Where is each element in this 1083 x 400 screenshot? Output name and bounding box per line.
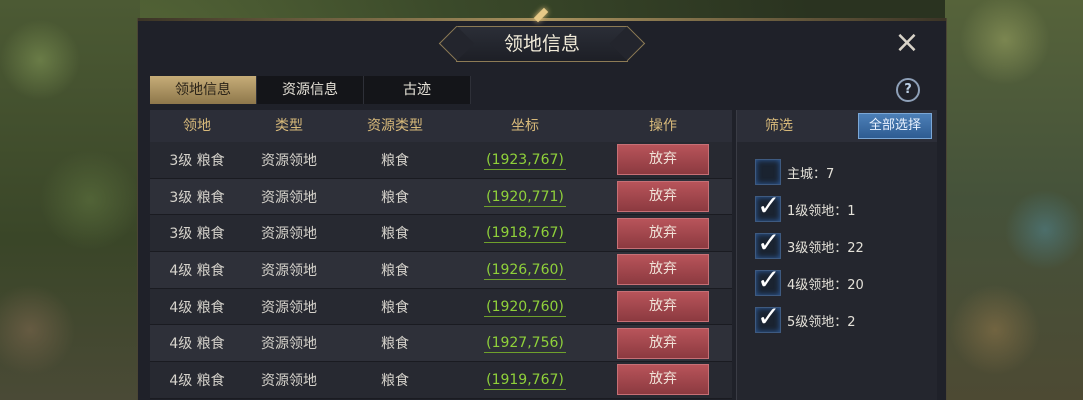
filter-level-4[interactable]: 4级领地：20 [755, 263, 864, 297]
filter-level-1[interactable]: 1级领地：1 [755, 189, 856, 223]
cell-resource: 粮食 [381, 226, 409, 243]
cell-action: 放弃 [594, 217, 732, 249]
cell-type: 资源领地 [261, 336, 317, 353]
cell-resource: 粮食 [381, 262, 409, 279]
coordinate-link[interactable]: (1927,756) [484, 335, 566, 354]
cell-resource: 粮食 [381, 152, 409, 169]
header-type: 类型 [275, 118, 303, 134]
territory-table: 领地 类型 资源类型 坐标 操作 3级 粮食 资源领地 粮食 (1923,767… [150, 110, 732, 400]
checkbox[interactable] [755, 159, 781, 185]
cell-territory: 3级 粮食 [169, 152, 225, 169]
cell-territory: 3级 粮食 [169, 226, 225, 243]
filter-title: 筛选 [765, 118, 793, 134]
cell-coord: (1927,756) [456, 335, 594, 354]
cell-type: 资源领地 [261, 189, 317, 206]
cell-action: 放弃 [594, 327, 732, 359]
cell-territory: 4级 粮食 [169, 299, 225, 316]
filter-level-5[interactable]: 5级领地：2 [755, 300, 856, 334]
table-row: 4级 粮食 资源领地 粮食 (1927,756) 放弃 [150, 325, 732, 363]
cell-type: 资源领地 [261, 152, 317, 169]
coordinate-link[interactable]: (1918,767) [484, 225, 566, 244]
cell-coord: (1918,767) [456, 225, 594, 244]
filter-label: 1级领地：1 [787, 203, 856, 219]
coordinate-link[interactable]: (1920,771) [484, 188, 566, 207]
cell-resource: 粮食 [381, 336, 409, 353]
title-plate: 领地信息 [456, 26, 628, 62]
header-resource-type: 资源类型 [367, 118, 423, 134]
checkbox-checked[interactable] [755, 263, 781, 296]
tab-resource-info[interactable]: 资源信息 [257, 76, 364, 104]
abandon-button[interactable]: 放弃 [617, 217, 709, 249]
coordinate-link[interactable]: (1919,767) [484, 371, 566, 390]
abandon-button[interactable]: 放弃 [617, 144, 709, 176]
tab-relics[interactable]: 古迹 [364, 76, 471, 104]
cell-action: 放弃 [594, 254, 732, 286]
cell-action: 放弃 [594, 181, 732, 213]
dialog-title: 领地信息 [503, 33, 580, 55]
abandon-button[interactable]: 放弃 [617, 291, 709, 323]
tab-bar: 领地信息 资源信息 古迹 [150, 76, 471, 104]
table-row: 4级 粮食 资源领地 粮食 (1920,760) 放弃 [150, 288, 732, 326]
coordinate-link[interactable]: (1926,760) [484, 261, 566, 280]
table-row: 4级 粮食 资源领地 粮食 (1919,767) 放弃 [150, 362, 732, 399]
table-body: 3级 粮食 资源领地 粮食 (1923,767) 放弃 3级 粮食 资源领地 粮… [150, 142, 732, 399]
filter-label: 5级领地：2 [787, 314, 856, 330]
filter-label: 3级领地：22 [787, 240, 864, 256]
filter-label: 4级领地：20 [787, 277, 864, 293]
cell-action: 放弃 [594, 364, 732, 396]
coordinate-link[interactable]: (1920,760) [484, 298, 566, 317]
cell-resource: 粮食 [381, 299, 409, 316]
cell-territory: 4级 粮食 [169, 262, 225, 279]
abandon-button[interactable]: 放弃 [617, 254, 709, 286]
tab-territory-info[interactable]: 领地信息 [150, 76, 257, 104]
cell-territory: 3级 粮食 [169, 189, 225, 206]
cell-type: 资源领地 [261, 226, 317, 243]
header-action: 操作 [649, 118, 677, 134]
filter-panel: 筛选 全部选择 主城：7 1级领地：1 3级领地：22 4级领地：20 5级领地… [736, 110, 937, 400]
filter-header: 筛选 全部选择 [737, 110, 937, 142]
cell-action: 放弃 [594, 144, 732, 176]
checkbox-checked[interactable] [755, 226, 781, 259]
cell-resource: 粮食 [381, 372, 409, 389]
abandon-button[interactable]: 放弃 [617, 364, 709, 396]
dialog-top-border [138, 18, 946, 21]
game-map-background-left [0, 0, 140, 400]
table-row: 3级 粮食 资源领地 粮食 (1920,771) 放弃 [150, 178, 732, 216]
coordinate-link[interactable]: (1923,767) [484, 151, 566, 170]
abandon-button[interactable]: 放弃 [617, 181, 709, 213]
close-icon[interactable]: × [890, 28, 924, 62]
cell-coord: (1926,760) [456, 261, 594, 280]
header-territory: 领地 [183, 118, 211, 134]
filter-main-city[interactable]: 主城：7 [755, 158, 834, 186]
help-icon[interactable]: ? [896, 78, 920, 102]
cell-action: 放弃 [594, 291, 732, 323]
game-map-background-right [945, 0, 1083, 400]
cell-coord: (1919,767) [456, 371, 594, 390]
filter-level-3[interactable]: 3级领地：22 [755, 226, 864, 260]
cell-type: 资源领地 [261, 262, 317, 279]
table-header: 领地 类型 资源类型 坐标 操作 [150, 110, 732, 142]
checkbox-checked[interactable] [755, 189, 781, 222]
cell-territory: 4级 粮食 [169, 336, 225, 353]
cell-coord: (1920,760) [456, 298, 594, 317]
cell-territory: 4级 粮食 [169, 372, 225, 389]
header-coordinates: 坐标 [511, 118, 539, 134]
cell-resource: 粮食 [381, 189, 409, 206]
cell-type: 资源领地 [261, 372, 317, 389]
filter-label: 主城：7 [787, 166, 835, 182]
abandon-button[interactable]: 放弃 [617, 327, 709, 359]
cell-coord: (1920,771) [456, 188, 594, 207]
cell-type: 资源领地 [261, 299, 317, 316]
checkbox-checked[interactable] [755, 300, 781, 333]
table-row: 3级 粮食 资源领地 粮食 (1923,767) 放弃 [150, 142, 732, 179]
table-row: 4级 粮食 资源领地 粮食 (1926,760) 放弃 [150, 252, 732, 289]
select-all-button[interactable]: 全部选择 [858, 113, 932, 139]
cell-coord: (1923,767) [456, 151, 594, 170]
table-row: 3级 粮食 资源领地 粮食 (1918,767) 放弃 [150, 215, 732, 253]
territory-info-dialog: 领地信息 × 领地信息 资源信息 古迹 ? 领地 类型 资源类型 坐标 操作 3… [137, 7, 947, 400]
